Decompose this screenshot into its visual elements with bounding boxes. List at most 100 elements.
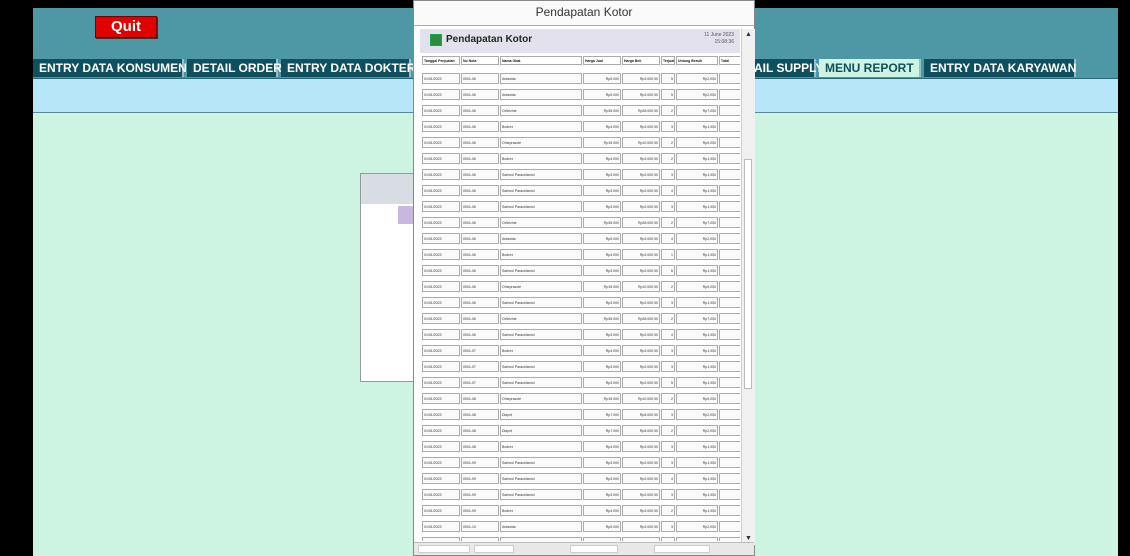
table-cell: Rp9.000 bbox=[719, 489, 740, 500]
table-cell: Rp4.000 bbox=[583, 345, 621, 356]
table-cell: 3 bbox=[661, 361, 675, 372]
table-cell: Rp1.000 bbox=[676, 377, 718, 388]
column-header: No Nota bbox=[461, 56, 499, 65]
table-cell: Rp12.000 bbox=[719, 441, 740, 452]
table-cell: 2 bbox=[661, 137, 675, 148]
table-cell: Rp3.000 bbox=[583, 377, 621, 388]
tab-entry-data-karyawan[interactable]: ENTRY DATA KARYAWAN bbox=[924, 59, 1076, 77]
table-cell: 01/01/2023 bbox=[422, 313, 460, 324]
report-timestamp: 11 June 2023 15:08:36 bbox=[704, 32, 734, 46]
vertical-scrollbar[interactable]: ▲ ▼ bbox=[741, 29, 755, 545]
report-page: Pendapatan Kotor 11 June 2023 15:08:36 T… bbox=[420, 29, 740, 541]
table-cell: Rp2.000 bbox=[676, 409, 718, 420]
table-cell: Cetirizine bbox=[500, 105, 582, 116]
table-cell: 0001-10 bbox=[461, 537, 499, 541]
table-cell: Rp2.000,00 bbox=[622, 185, 660, 196]
table-cell: 01/01/2023 bbox=[422, 345, 460, 356]
table-cell: Rp12.000 bbox=[719, 473, 740, 484]
column-header: Tanggal Penjualan bbox=[422, 56, 460, 65]
table-cell: Rp5.000,00 bbox=[622, 425, 660, 436]
table-cell: Bodrex bbox=[500, 249, 582, 260]
tab-detail-supply[interactable]: AIL SUPPLY bbox=[748, 59, 823, 77]
tab-entry-data-dokter[interactable]: ENTRY DATA DOKTER bbox=[281, 59, 415, 77]
table-cell: Rp70.000 bbox=[719, 217, 740, 228]
table-cell: Rp2.000 bbox=[676, 425, 718, 436]
table-cell: Rp3.000,00 bbox=[622, 505, 660, 516]
table-cell: Rp1.000 bbox=[676, 201, 718, 212]
table-cell: 5 bbox=[661, 73, 675, 84]
table-cell: Sanmol Paracetamol bbox=[500, 169, 582, 180]
table-cell: Rp1.000 bbox=[676, 473, 718, 484]
table-cell: Rp1.000 bbox=[676, 441, 718, 452]
table-cell: Rp8.000 bbox=[719, 505, 740, 516]
tab-entry-data-konsumen[interactable]: ENTRY DATA KONSUMEN bbox=[33, 59, 187, 77]
table-cell: Sanmol Paracetamol bbox=[500, 377, 582, 388]
table-cell: Rp7.000 bbox=[583, 409, 621, 420]
table-cell: 0001-06 bbox=[461, 105, 499, 116]
table-cell: Rp3.000,00 bbox=[622, 521, 660, 532]
table-cell: 4 bbox=[661, 329, 675, 340]
table-cell: Rp15.000 bbox=[583, 393, 621, 404]
table-cell: Rp2.000,00 bbox=[622, 329, 660, 340]
table-cell: Rp28.000,00 bbox=[622, 313, 660, 324]
table-cell: 4 bbox=[661, 185, 675, 196]
table-cell: Rp3.000 bbox=[583, 473, 621, 484]
table-cell: Rp4.000 bbox=[583, 121, 621, 132]
table-cell: 01/01/2023 bbox=[422, 249, 460, 260]
quit-button[interactable]: Quit bbox=[95, 16, 157, 38]
table-cell: 0001-08 bbox=[461, 425, 499, 436]
table-cell: 01/01/2023 bbox=[422, 361, 460, 372]
table-cell: Antasida bbox=[500, 89, 582, 100]
table-cell: 0001-06 bbox=[461, 169, 499, 180]
table-cell: Sanmol Paracetamol bbox=[500, 489, 582, 500]
table-cell: Rp10.000,00 bbox=[622, 137, 660, 148]
table-cell: Rp2.000,00 bbox=[622, 361, 660, 372]
table-cell: Rp12.000 bbox=[719, 345, 740, 356]
report-date: 11 June 2023 bbox=[704, 32, 734, 38]
table-cell: Rp5.000 bbox=[676, 281, 718, 292]
tab-menu-report[interactable]: MENU REPORT bbox=[819, 59, 921, 77]
table-cell: 2 bbox=[661, 505, 675, 516]
scroll-thumb[interactable] bbox=[744, 159, 752, 389]
table-cell: 0001-06 bbox=[461, 297, 499, 308]
table-cell: Rp5.000 bbox=[583, 73, 621, 84]
table-cell: Rp1.000 bbox=[676, 457, 718, 468]
table-cell: Rp1.000 bbox=[676, 121, 718, 132]
table-cell: 0001-09 bbox=[461, 505, 499, 516]
table-cell: Sanmol Paracetamol bbox=[500, 297, 582, 308]
record-nav-field[interactable] bbox=[418, 545, 470, 553]
table-cell: Rp3.000 bbox=[583, 201, 621, 212]
table-cell: 3 bbox=[661, 169, 675, 180]
table-cell: 01/01/2023 bbox=[422, 377, 460, 388]
table-cell: Sanmol Paracetamol bbox=[500, 185, 582, 196]
table-cell: 0001-08 bbox=[461, 441, 499, 452]
table-cell: 0001-09 bbox=[461, 457, 499, 468]
table-cell: Rp21.000 bbox=[719, 409, 740, 420]
table-cell: Rp5.000 bbox=[676, 137, 718, 148]
filter-field[interactable] bbox=[570, 545, 618, 553]
table-cell: Diapet bbox=[500, 425, 582, 436]
table-cell: Cetirizine bbox=[500, 313, 582, 324]
search-field[interactable] bbox=[654, 545, 710, 553]
table-cell: Rp2.000,00 bbox=[622, 473, 660, 484]
column-header: Untung Bersih bbox=[676, 56, 718, 65]
table-cell: Rp2.000,00 bbox=[622, 265, 660, 276]
scroll-up-icon[interactable]: ▲ bbox=[742, 29, 755, 41]
record-nav-field[interactable] bbox=[474, 545, 514, 553]
table-cell: Rp9.000 bbox=[719, 297, 740, 308]
table-cell: Bodrex bbox=[500, 505, 582, 516]
table-cell: 2 bbox=[661, 313, 675, 324]
table-cell: 01/01/2023 bbox=[422, 169, 460, 180]
table-cell: 0001-06 bbox=[461, 233, 499, 244]
table-cell: 3 bbox=[661, 489, 675, 500]
tab-detail-order[interactable]: DETAIL ORDER bbox=[187, 59, 282, 77]
table-cell: Sanmol Paracetamol bbox=[500, 329, 582, 340]
table-cell: 01/01/2023 bbox=[422, 73, 460, 84]
table-cell: 5 bbox=[661, 89, 675, 100]
table-cell: 2 bbox=[661, 105, 675, 116]
table-cell: Rp2.000,00 bbox=[622, 457, 660, 468]
table-cell: Rp1.000 bbox=[676, 265, 718, 276]
table-cell: Rp28.000,00 bbox=[622, 105, 660, 116]
table-cell: Rp10.000 bbox=[719, 537, 740, 541]
table-cell: 2 bbox=[661, 281, 675, 292]
